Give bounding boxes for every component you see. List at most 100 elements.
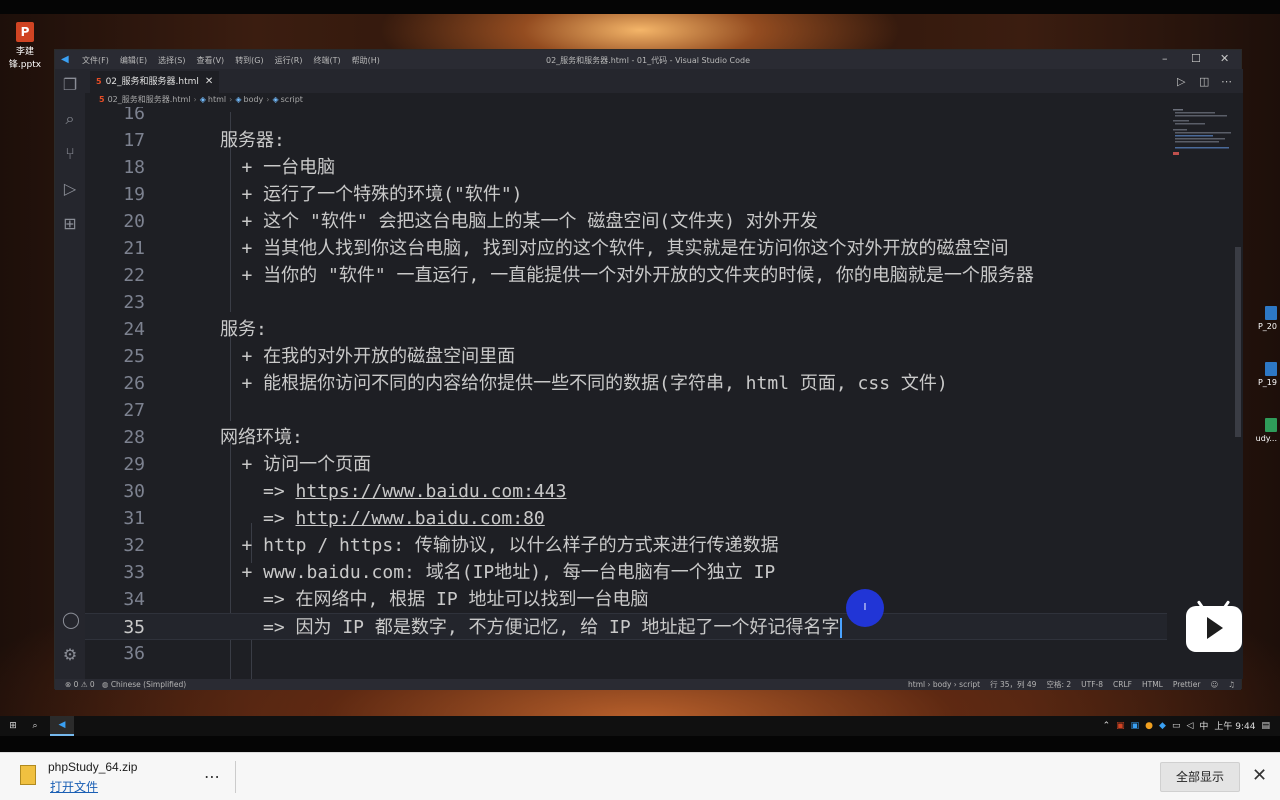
code-line[interactable]: 36 [85, 640, 1167, 667]
action-center-icon[interactable]: ▤ [1261, 721, 1270, 731]
indentation[interactable]: 空格: 2 [1046, 679, 1071, 690]
language-mode[interactable]: HTML [1142, 679, 1163, 690]
tray-app-icon[interactable]: ▣ [1116, 721, 1125, 731]
element-icon: ◈ [235, 95, 242, 104]
split-editor-icon[interactable]: ◫ [1199, 75, 1209, 88]
encoding[interactable]: UTF-8 [1081, 679, 1103, 690]
extensions-icon[interactable]: ⊞ [62, 216, 78, 232]
desktop-icon-study[interactable]: udy... [1238, 418, 1280, 443]
tray-app-icon[interactable]: ▣ [1131, 721, 1140, 731]
line-content: + 运行了一个特殊的环境("软件") [241, 184, 523, 205]
download-bar: phpStudy_64.zip 打开文件 ⋯ 全部显示 ✕ [0, 752, 1280, 800]
language-pack-indicator[interactable]: Chinese (Simplified) [111, 680, 186, 689]
tray-app-icon[interactable]: ◆ [1159, 721, 1166, 731]
breadcrumb-body[interactable]: body [243, 95, 263, 104]
settings-gear-icon[interactable]: ⚙ [62, 647, 78, 663]
folder-icon [1265, 362, 1277, 376]
tab-active-file[interactable]: 5 02_服务和服务器.html ✕ [90, 71, 220, 93]
code-line[interactable]: 16 [85, 107, 1167, 127]
code-line[interactable]: 28 网络环境: [85, 424, 1167, 451]
code-line[interactable]: 23 [85, 289, 1167, 316]
download-file-name[interactable]: phpStudy_64.zip [48, 760, 137, 774]
account-icon[interactable]: ◯ [62, 612, 80, 628]
more-actions-icon[interactable]: ⋯ [1221, 75, 1232, 88]
prettier-status[interactable]: Prettier [1173, 679, 1201, 690]
search-icon[interactable]: ⌕ [62, 111, 78, 127]
ime-indicator[interactable]: 中 [1199, 719, 1208, 732]
desktop-icon-label: P_20 [1257, 322, 1277, 331]
line-content: + www.baidu.com: 域名(IP地址), 每一台电脑有一个独立 IP [241, 562, 776, 583]
tray-expand-icon[interactable]: ⌃ [1103, 721, 1111, 731]
code-line[interactable]: 26 + 能根据你访问不同的内容给你提供一些不同的数据(字符串, html 页面,… [85, 370, 1167, 397]
tab-close-icon[interactable]: ✕ [205, 71, 213, 93]
code-line[interactable]: 32 + http / https: 传输协议, 以什么样子的方式来进行传递数据 [85, 532, 1167, 559]
maximize-button[interactable]: ☐ [1191, 52, 1201, 65]
run-debug-icon[interactable]: ▷ [62, 181, 78, 197]
status-path[interactable]: html › body › script [908, 679, 980, 690]
more-options-icon[interactable]: ⋯ [204, 767, 220, 786]
tab-label: 02_服务和服务器.html [105, 77, 199, 87]
desktop-file-pptx[interactable]: P 李建锋.pptx [2, 22, 48, 70]
code-line[interactable]: 30 => https://www.baidu.com:443 [85, 478, 1167, 505]
show-all-button[interactable]: 全部显示 [1160, 762, 1240, 792]
code-line[interactable]: 29 + 访问一个页面 [85, 451, 1167, 478]
open-file-link[interactable]: 打开文件 [50, 778, 98, 795]
taskbar-vscode-button[interactable]: ◀ [50, 716, 74, 736]
scrollbar-thumb[interactable] [1235, 247, 1241, 437]
code-line[interactable]: 27 [85, 397, 1167, 424]
cursor-position[interactable]: 行 35，列 49 [990, 679, 1036, 690]
line-content: => 在网络中, 根据 IP 地址可以找到一台电脑 [263, 589, 649, 610]
code-line[interactable]: 17 服务器: [85, 127, 1167, 154]
bottom-letterbox [0, 736, 1280, 752]
source-control-icon[interactable]: ⑂ [62, 146, 78, 162]
code-line[interactable]: 35 => 因为 IP 都是数字, 不方便记忆, 给 IP 地址起了一个好记得名字 [85, 613, 1167, 640]
desktop-icon-label: udy... [1255, 434, 1277, 443]
code-line[interactable]: 19 + 运行了一个特殊的环境("软件") [85, 181, 1167, 208]
volume-icon[interactable]: ◁ [1186, 721, 1193, 731]
feedback-icon[interactable]: ☺ [1210, 679, 1218, 690]
taskbar-clock[interactable]: 上午 9:44 [1214, 719, 1255, 732]
code-editor[interactable]: 16 17 服务器: 18 + 一台电脑 19 + 运行了一个特殊的环境("软件") 20 + … [85, 107, 1167, 679]
windows-start-icon[interactable]: ⊞ [6, 719, 20, 733]
breadcrumb-file[interactable]: 02_服务和服务器.html [108, 95, 191, 104]
url-link[interactable]: https://www.baidu.com:443 [296, 481, 567, 502]
code-line[interactable]: 31 => http://www.baidu.com:80 [85, 505, 1167, 532]
tray-app-icon[interactable]: ● [1145, 721, 1153, 731]
line-text: => 因为 IP 都是数字, 不方便记忆, 给 IP 地址起了一个好记得名字 [263, 614, 842, 641]
code-line[interactable]: 33 + www.baidu.com: 域名(IP地址), 每一台电脑有一个独立 … [85, 559, 1167, 586]
breadcrumb-html[interactable]: html [208, 95, 226, 104]
line-content: + 这个 "软件" 会把这台电脑上的某一个 磁盘空间(文件夹) 对外开发 [241, 211, 818, 232]
url-link[interactable]: http://www.baidu.com:80 [296, 508, 545, 529]
line-number: 36 [123, 643, 145, 664]
taskbar-search-icon[interactable]: ⌕ [28, 719, 42, 733]
minimize-button[interactable]: – [1162, 52, 1168, 65]
line-content: + 一台电脑 [241, 157, 336, 178]
code-line[interactable]: 21 + 当其他人找到你这台电脑, 找到对应的这个软件, 其实就是在访问你这个对外… [85, 235, 1167, 262]
minimap[interactable] [1167, 107, 1233, 679]
network-icon[interactable]: ▭ [1172, 721, 1181, 731]
line-content: + 在我的对外开放的磁盘空间里面 [241, 346, 516, 367]
bilibili-play-icon[interactable] [1186, 600, 1242, 652]
code-line[interactable]: 34 => 在网络中, 根据 IP 地址可以找到一台电脑 [85, 586, 1167, 613]
code-line[interactable]: 25 + 在我的对外开放的磁盘空间里面 [85, 343, 1167, 370]
explorer-icon[interactable]: ❐ [62, 77, 78, 93]
breadcrumb-script[interactable]: script [281, 95, 303, 104]
vertical-scrollbar[interactable] [1233, 107, 1243, 679]
code-line[interactable]: 18 + 一台电脑 [85, 154, 1167, 181]
html-file-icon: 5 [99, 95, 105, 104]
close-window-button[interactable]: ✕ [1220, 52, 1229, 65]
line-number: 19 [123, 184, 145, 205]
line-content: 服务器: [220, 130, 285, 151]
notifications-bell-icon[interactable]: ♫ [1228, 679, 1235, 690]
code-line[interactable]: 24 服务: [85, 316, 1167, 343]
desktop-icon-p19[interactable]: P_19 [1238, 362, 1280, 387]
desktop-icon-p20[interactable]: P_20 [1238, 306, 1280, 331]
line-ending[interactable]: CRLF [1113, 679, 1132, 690]
line-text: 服务: [220, 316, 267, 343]
code-line[interactable]: 20 + 这个 "软件" 会把这台电脑上的某一个 磁盘空间(文件夹) 对外开发 [85, 208, 1167, 235]
close-download-bar-icon[interactable]: ✕ [1252, 765, 1267, 786]
run-file-icon[interactable]: ▷ [1177, 75, 1185, 88]
folder-icon [1265, 306, 1277, 320]
problems-indicator[interactable]: ⊗ 0 ⚠ 0 [65, 680, 95, 689]
code-line[interactable]: 22 + 当你的 "软件" 一直运行, 一直能提供一个对外开放的文件夹的时候, 你… [85, 262, 1167, 289]
